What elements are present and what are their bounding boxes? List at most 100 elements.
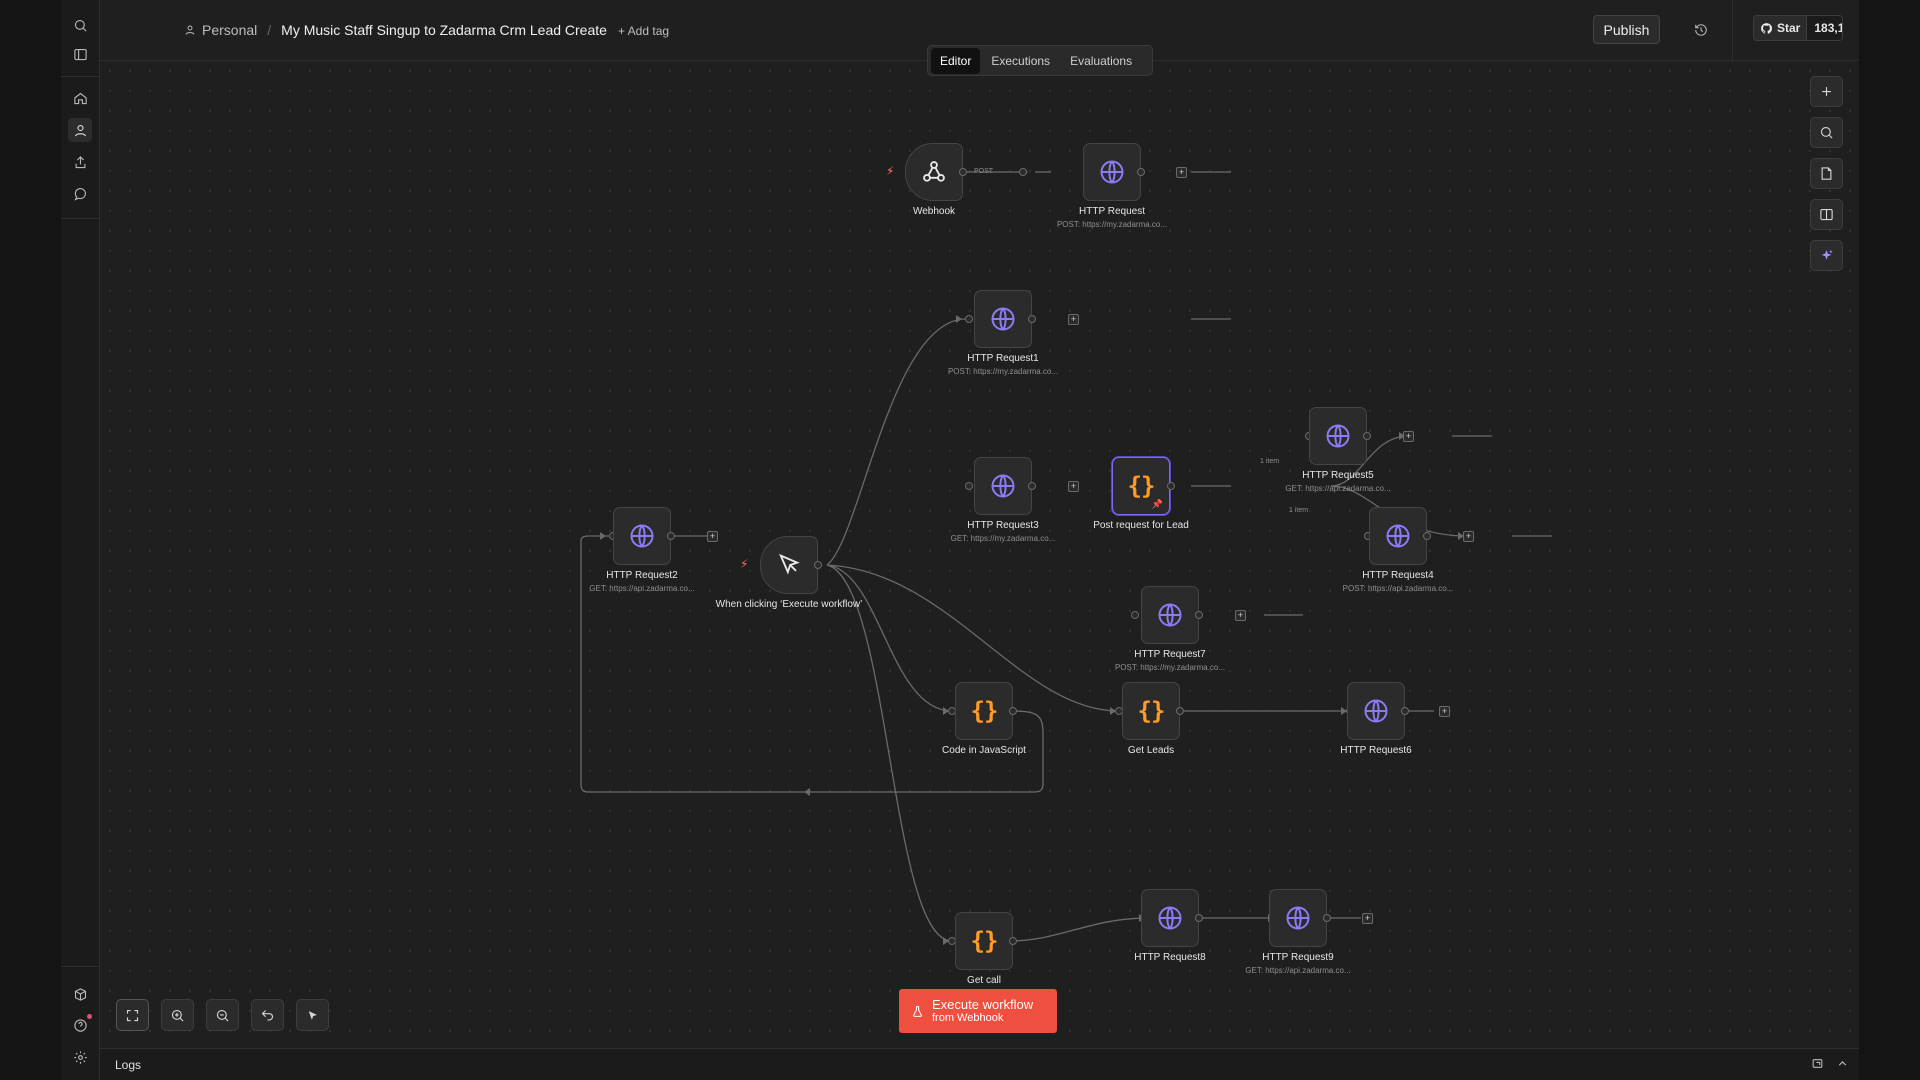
output-port[interactable] (1009, 707, 1017, 715)
chat-icon[interactable] (68, 182, 92, 206)
undo-icon[interactable] (251, 999, 284, 1031)
output-port[interactable] (1423, 532, 1431, 540)
app-window: Personal / My Music Staff Singup to Zada… (61, 0, 1859, 1080)
add-node-button[interactable]: + (707, 531, 718, 542)
ai-sparkle-icon[interactable] (1810, 240, 1843, 271)
zoom-out-icon[interactable] (206, 999, 239, 1031)
output-port[interactable] (1323, 914, 1331, 922)
notification-dot (87, 1014, 92, 1019)
output-port[interactable] (959, 168, 967, 176)
output-port[interactable] (1401, 707, 1409, 715)
add-tag-button[interactable]: + Add tag (618, 24, 669, 38)
node-http-request6[interactable] (1347, 682, 1405, 740)
output-port[interactable] (1167, 482, 1175, 490)
node-label: HTTP Request1 (967, 353, 1039, 364)
workflow-canvas[interactable]: POST 1 item 1 item ⚡ Webhook + HTTP Requ… (100, 61, 1859, 1049)
tab-evaluations[interactable]: Evaluations (1061, 48, 1141, 74)
breadcrumb[interactable]: Personal / My Music Staff Singup to Zada… (184, 22, 607, 38)
workflow-title[interactable]: My Music Staff Singup to Zadarma Crm Lea… (281, 22, 607, 38)
node-code-in-javascript[interactable]: {} (955, 682, 1013, 740)
publish-button[interactable]: Publish (1593, 15, 1660, 44)
execute-workflow-button[interactable]: Execute workflow from Webhook (899, 989, 1057, 1033)
tab-editor[interactable]: Editor (931, 47, 981, 74)
breadcrumb-project[interactable]: Personal (202, 22, 257, 38)
node-label: HTTP Request (1079, 206, 1145, 217)
add-node-button[interactable]: + (1176, 167, 1187, 178)
add-node-button[interactable]: + (1439, 706, 1450, 717)
node-subtitle: GET: https://api.zadarma.co... (1245, 966, 1351, 975)
toggle-sidebar-icon[interactable] (68, 42, 92, 66)
share-icon[interactable] (68, 150, 92, 174)
output-port[interactable] (667, 532, 675, 540)
star-label: Star (1777, 21, 1801, 35)
add-node-button[interactable]: + (1068, 314, 1079, 325)
node-webhook[interactable] (905, 143, 963, 201)
node-http-request2[interactable] (613, 507, 671, 565)
home-icon[interactable] (68, 86, 92, 110)
node-http-request9[interactable] (1269, 889, 1327, 947)
logs-bar[interactable]: Logs (100, 1048, 1859, 1080)
add-node-button[interactable]: + (1362, 913, 1373, 924)
execute-label: Execute workflow (932, 997, 1034, 1012)
node-post-request-for-lead[interactable]: {} 📌 (1112, 457, 1170, 515)
add-node-button[interactable]: + (1463, 531, 1474, 542)
panel-icon[interactable] (1810, 199, 1843, 230)
package-icon[interactable] (68, 982, 92, 1006)
github-star-button[interactable]: Star 183,188 (1753, 15, 1843, 41)
output-port[interactable] (1195, 611, 1203, 619)
node-http-request8[interactable] (1141, 889, 1199, 947)
output-port[interactable] (1009, 937, 1017, 945)
fit-view-icon[interactable] (116, 999, 149, 1031)
search-icon[interactable] (68, 13, 92, 37)
header-divider (1732, 0, 1733, 60)
globe-icon (1326, 424, 1350, 448)
add-node-icon[interactable] (1810, 76, 1843, 107)
flask-icon (913, 1005, 922, 1017)
node-subtitle: POST: https://my.zadarma.co... (1056, 220, 1168, 229)
history-icon[interactable] (1689, 18, 1713, 42)
node-http-request7[interactable] (1141, 586, 1199, 644)
add-node-button[interactable]: + (1403, 431, 1414, 442)
sidebar-divider (61, 76, 99, 77)
zoom-in-icon[interactable] (161, 999, 194, 1031)
output-port[interactable] (1137, 168, 1145, 176)
output-port[interactable] (1363, 432, 1371, 440)
output-port[interactable] (1176, 707, 1184, 715)
node-label: HTTP Request7 (1134, 649, 1206, 660)
node-get-call[interactable]: {} (955, 912, 1013, 970)
tab-executions[interactable]: Executions (982, 48, 1059, 74)
input-port[interactable] (1131, 611, 1139, 619)
node-http-request5[interactable] (1309, 407, 1367, 465)
node-http-request4[interactable] (1369, 507, 1427, 565)
code-icon: {} (970, 697, 999, 725)
input-port[interactable] (965, 315, 973, 323)
user-icon[interactable] (68, 118, 92, 142)
input-port[interactable] (1019, 168, 1027, 176)
settings-icon[interactable] (68, 1045, 92, 1069)
node-http-request[interactable] (1083, 143, 1141, 201)
node-label: Get call (967, 975, 1001, 986)
output-port[interactable] (1028, 315, 1036, 323)
sticky-note-icon[interactable] (1810, 158, 1843, 189)
output-port[interactable] (814, 561, 822, 569)
add-node-button[interactable]: + (1068, 481, 1079, 492)
edge-trigger-code (826, 564, 953, 712)
pop-out-icon[interactable] (1811, 1057, 1825, 1071)
globe-icon (1100, 160, 1124, 184)
node-get-leads[interactable]: {} (1122, 682, 1180, 740)
node-http-request3[interactable] (974, 457, 1032, 515)
add-node-button[interactable]: + (1235, 610, 1246, 621)
node-label: When clicking ‘Execute workflow’ (715, 599, 863, 610)
node-manual-trigger[interactable] (760, 536, 818, 594)
search-icon[interactable] (1810, 117, 1843, 148)
tidy-up-icon[interactable] (296, 999, 329, 1031)
node-label: HTTP Request9 (1262, 952, 1334, 963)
chevron-up-icon[interactable] (1836, 1057, 1850, 1071)
input-port[interactable] (965, 482, 973, 490)
node-http-request1[interactable] (974, 290, 1032, 348)
edge-label-post: POST (974, 168, 994, 175)
user-icon (185, 25, 195, 35)
execute-sublabel: from Webhook (932, 1012, 1004, 1024)
output-port[interactable] (1195, 914, 1203, 922)
output-port[interactable] (1028, 482, 1036, 490)
